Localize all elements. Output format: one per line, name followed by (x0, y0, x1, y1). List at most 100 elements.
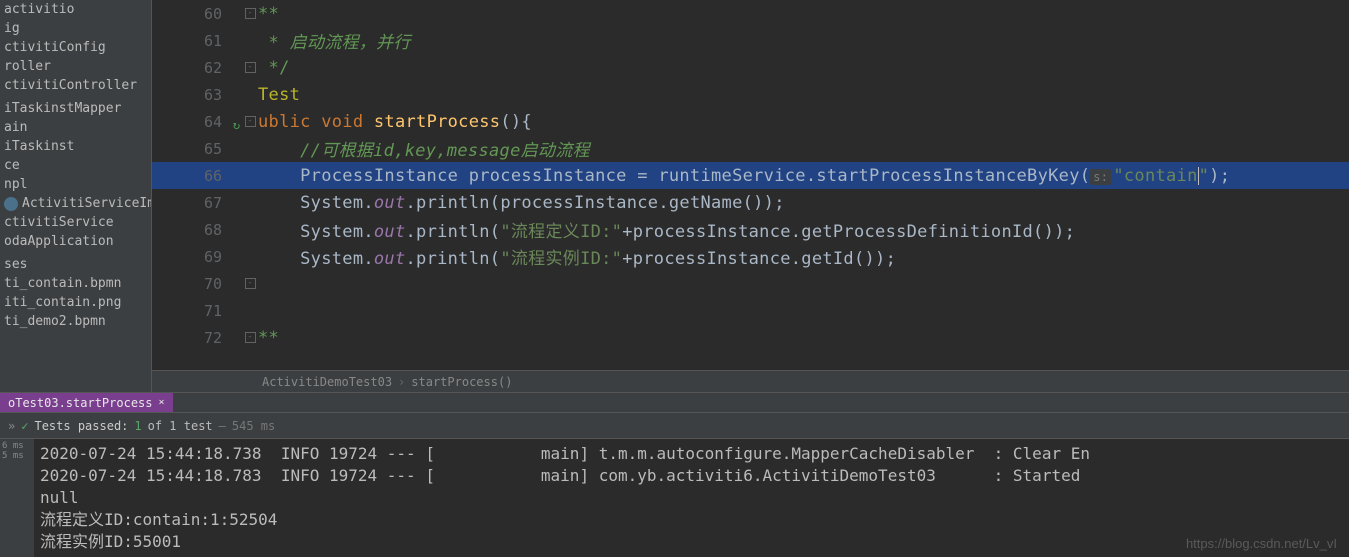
tree-item-label: ctivitiController (4, 78, 137, 93)
console-line[interactable]: 流程定义ID:contain:1:52504 (40, 509, 1343, 531)
code-line[interactable]: 70- (152, 270, 1349, 297)
close-icon[interactable]: × (159, 397, 165, 408)
code-line[interactable]: 61 * 启动流程，并行 (152, 27, 1349, 54)
console-line[interactable]: null (40, 487, 1343, 509)
tree-item-label: npl (4, 177, 27, 192)
code-text[interactable]: ProcessInstance processInstance = runtim… (258, 166, 1230, 186)
tree-item-label: roller (4, 59, 51, 74)
tree-item[interactable]: odaApplication (0, 232, 151, 251)
run-config-tab[interactable]: oTest03.startProcess × (0, 393, 173, 412)
code-text[interactable]: */ (258, 58, 290, 78)
line-number[interactable]: 61 (152, 32, 242, 50)
code-line[interactable]: 71 (152, 297, 1349, 324)
project-tree[interactable]: activitio ig ctivitiConfig roller ctivitiCon… (0, 0, 152, 392)
tree-item[interactable]: ses (0, 255, 151, 274)
tree-item-label: iti_contain.png (4, 295, 121, 310)
tree-item-label: iTaskinstMapper (4, 101, 121, 116)
console-line[interactable]: 2020-07-24 15:44:18.783 INFO 19724 --- [… (40, 465, 1343, 487)
tree-item[interactable]: activitio (0, 0, 151, 19)
tests-passed-count: 1 (134, 419, 141, 433)
test-timing-gutter: 6 ms5 ms (0, 439, 34, 557)
code-text[interactable]: ** (258, 328, 279, 348)
check-icon: ✓ (21, 419, 28, 433)
tree-item[interactable]: npl (0, 175, 151, 194)
code-text[interactable]: System.out.println("流程定义ID:"+processInst… (258, 217, 1075, 242)
breadcrumb-class[interactable]: ActivitiDemoTest03 (262, 375, 392, 389)
fold-toggle[interactable]: - (242, 62, 258, 73)
tree-item[interactable]: ain (0, 118, 151, 137)
watermark: https://blog.csdn.net/Lv_vI (1186, 536, 1337, 551)
line-number[interactable]: 65 (152, 140, 242, 158)
tree-item[interactable]: ti_contain.bpmn (0, 274, 151, 293)
code-line[interactable]: 67 System.out.println(processInstance.ge… (152, 189, 1349, 216)
vcs-change-icon[interactable]: ↻ (226, 118, 240, 132)
test-time-badge: 6 ms (0, 441, 34, 451)
code-text[interactable]: //可根据id,key,message启动流程 (258, 136, 590, 161)
line-number[interactable]: 66 (152, 167, 242, 185)
tree-item-label: activitio (4, 2, 74, 17)
code-text[interactable]: Test (258, 85, 300, 105)
code-line[interactable]: 66 ProcessInstance processInstance = run… (152, 162, 1349, 189)
editor[interactable]: 60-**61 * 启动流程，并行62- */63Test64↻-ublic v… (152, 0, 1349, 392)
code-line[interactable]: 68 System.out.println("流程定义ID:"+processI… (152, 216, 1349, 243)
code-text[interactable]: ** (258, 4, 279, 24)
console-line[interactable]: 流程实例ID:55001 (40, 531, 1343, 553)
tree-item[interactable]: ig (0, 19, 151, 38)
console-panel: 6 ms5 ms 2020-07-24 15:44:18.738 INFO 19… (0, 438, 1349, 557)
chevron-right-icon[interactable]: » (8, 419, 15, 433)
console-output[interactable]: 2020-07-24 15:44:18.738 INFO 19724 --- [… (34, 439, 1349, 557)
fold-toggle[interactable]: - (242, 116, 258, 127)
tests-dash: – (219, 419, 226, 433)
line-number[interactable]: 67 (152, 194, 242, 212)
run-tab-label: oTest03.startProcess (8, 396, 153, 410)
tree-item-label: ctivitiService (4, 215, 114, 230)
line-number[interactable]: 64↻ (152, 113, 242, 131)
breadcrumb[interactable]: ActivitiDemoTest03 › startProcess() (152, 370, 1349, 392)
fold-toggle[interactable]: - (242, 332, 258, 343)
tree-item[interactable]: ctivitiService (0, 213, 151, 232)
tree-item[interactable]: iti_contain.png (0, 293, 151, 312)
line-number[interactable]: 72 (152, 329, 242, 347)
code-line[interactable]: 69 System.out.println("流程实例ID:"+processI… (152, 243, 1349, 270)
tree-item[interactable]: ctivitiController (0, 76, 151, 95)
code-text[interactable]: System.out.println(processInstance.getNa… (258, 193, 785, 213)
tree-item[interactable]: ce (0, 156, 151, 175)
code-line[interactable]: 72-** (152, 324, 1349, 351)
code-text[interactable]: System.out.println("流程实例ID:"+processInst… (258, 244, 896, 269)
line-number[interactable]: 69 (152, 248, 242, 266)
tree-item[interactable]: ti_demo2.bpmn (0, 312, 151, 331)
line-number[interactable]: 70 (152, 275, 242, 293)
tree-item[interactable]: iTaskinstMapper (0, 99, 151, 118)
line-number[interactable]: 63 (152, 86, 242, 104)
code-text[interactable]: * 启动流程，并行 (258, 28, 411, 53)
console-line[interactable]: 2020-07-24 15:44:18.738 INFO 19724 --- [… (40, 443, 1343, 465)
code-line[interactable]: 62- */ (152, 54, 1349, 81)
line-number[interactable]: 60 (152, 5, 242, 23)
tree-item[interactable]: roller (0, 57, 151, 76)
code-line[interactable]: 60-** (152, 0, 1349, 27)
tree-item[interactable]: ctivitiConfig (0, 38, 151, 57)
tests-time: 545 ms (232, 419, 275, 433)
line-number[interactable]: 71 (152, 302, 242, 320)
tree-item-label: ti_contain.bpmn (4, 276, 121, 291)
tree-item-label: ti_demo2.bpmn (4, 314, 106, 329)
tree-item-label: ActivitiServiceImpl (22, 196, 151, 211)
code-line[interactable]: 64↻-ublic void startProcess(){ (152, 108, 1349, 135)
line-number[interactable]: 62 (152, 59, 242, 77)
code-line[interactable]: 65 //可根据id,key,message启动流程 (152, 135, 1349, 162)
tree-item-label: ain (4, 120, 27, 135)
tree-item-label: ce (4, 158, 20, 173)
fold-toggle[interactable]: - (242, 8, 258, 19)
tree-item-label: ses (4, 257, 27, 272)
code-text[interactable]: ublic void startProcess(){ (258, 112, 532, 132)
test-status-bar: » ✓ Tests passed: 1 of 1 test – 545 ms (0, 412, 1349, 438)
fold-toggle[interactable]: - (242, 278, 258, 289)
tree-item[interactable]: iTaskinst (0, 137, 151, 156)
line-number[interactable]: 68 (152, 221, 242, 239)
breadcrumb-method[interactable]: startProcess() (411, 375, 512, 389)
tree-item[interactable]: ActivitiServiceImpl (0, 194, 151, 213)
code-line[interactable]: 63 Test (152, 81, 1349, 108)
tree-item-label: iTaskinst (4, 139, 74, 154)
tree-item-label: ig (4, 21, 20, 36)
run-tab-bar: oTest03.startProcess × (0, 392, 1349, 412)
